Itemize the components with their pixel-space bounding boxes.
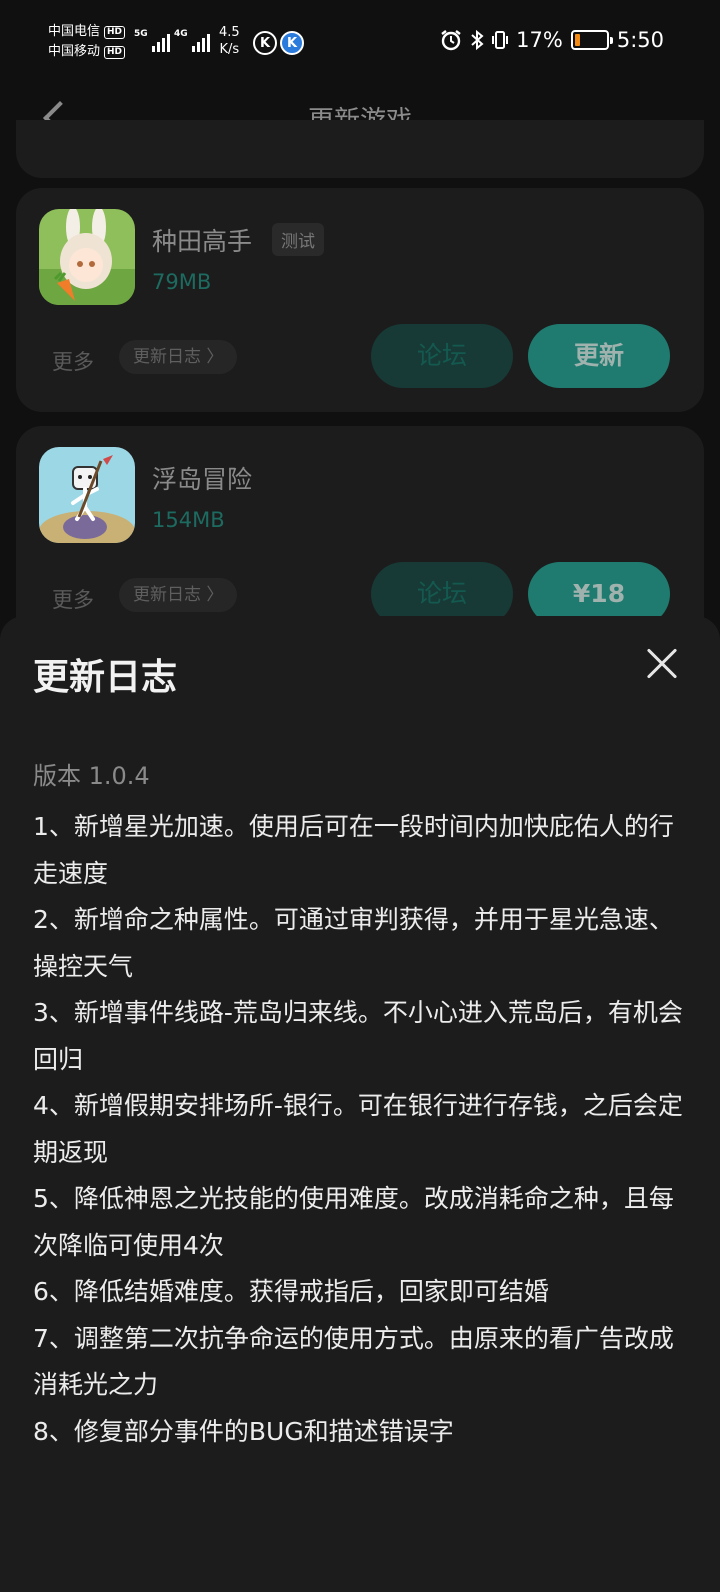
version-label: 版本 1.0.4 (33, 762, 150, 790)
game-size: 79MB (152, 270, 212, 294)
carrier-2: 中国移动 (48, 44, 101, 59)
changelog-item: 1、新增星光加速。使用后可在一段时间内加快庇佑人的行走速度 (33, 812, 674, 888)
carrier-1: 中国电信 (48, 24, 101, 39)
changelog-item: 8、修复部分事件的BUG和描述错误字 (33, 1416, 454, 1446)
hd-badge: HD (104, 25, 126, 39)
close-icon[interactable] (644, 646, 680, 682)
update-button[interactable]: 更新 (528, 324, 670, 388)
game-size: 154MB (152, 508, 225, 532)
changelog-chip[interactable]: 更新日志 〉 (119, 578, 238, 612)
changelog-item: 2、新增命之种属性。可通过审判获得，并用于星光急速、操控天气 (33, 905, 674, 981)
more-link[interactable]: 更多 (52, 346, 94, 376)
k-app-blue-icon: K (280, 31, 304, 55)
signal-4g-icon: 4G (174, 30, 210, 52)
game-card[interactable]: 种田高手 测试 79MB 更多 更新日志 〉 论坛 更新 (16, 188, 704, 412)
battery-icon (570, 30, 613, 50)
test-badge: 测试 (272, 223, 324, 256)
changelog-item: 3、新增事件线路-荒岛归来线。不小心进入荒岛后，有机会回归 (33, 998, 683, 1074)
more-link[interactable]: 更多 (52, 584, 94, 614)
game-icon-island[interactable] (39, 447, 135, 543)
changelog-chip[interactable]: 更新日志 〉 (119, 340, 238, 374)
changelog-sheet: 更新日志 版本 1.0.4 1、新增星光加速。使用后可在一段时间内加快庇佑人的行… (0, 616, 720, 1592)
status-bar: 中国电信 HD 中国移动 HD 5G 4G 4.5 K/s K K 17% 5:50 (0, 0, 720, 88)
signal-5g-icon: 5G (134, 30, 170, 52)
sheet-title: 更新日志 (33, 657, 178, 698)
bluetooth-icon (471, 29, 484, 51)
changelog-item: 5、降低神恩之光技能的使用难度。改成消耗命之种，且每次降临可使用4次 (33, 1184, 674, 1260)
game-name: 浮岛冒险 (152, 465, 253, 494)
net-speed: 4.5 K/s (219, 25, 240, 57)
game-name: 种田高手 (152, 227, 253, 256)
changelog-item: 4、新增假期安排场所-银行。可在银行进行存钱，之后会定期返现 (33, 1091, 683, 1167)
changelog-item: 6、降低结婚难度。获得戒指后，回家即可结婚 (33, 1277, 549, 1306)
hd-badge: HD (104, 45, 126, 59)
carrier-info: 中国电信 HD 中国移动 HD (48, 22, 126, 62)
battery-percent: 17% (516, 28, 563, 52)
forum-button[interactable]: 论坛 (371, 324, 513, 388)
clock: 5:50 (616, 28, 664, 52)
alarm-icon (441, 30, 461, 51)
vibrate-icon (492, 31, 509, 49)
game-icon-farming[interactable] (39, 209, 135, 305)
changelog-list: 1、新增星光加速。使用后可在一段时间内加快庇佑人的行走速度 2、新增命之种属性。… (33, 804, 683, 1455)
k-app-icon: K (253, 31, 277, 55)
changelog-item: 7、调整第二次抗争命运的使用方式。由原来的看广告改成消耗光之力 (33, 1323, 674, 1400)
previous-card-bottom (16, 120, 704, 178)
